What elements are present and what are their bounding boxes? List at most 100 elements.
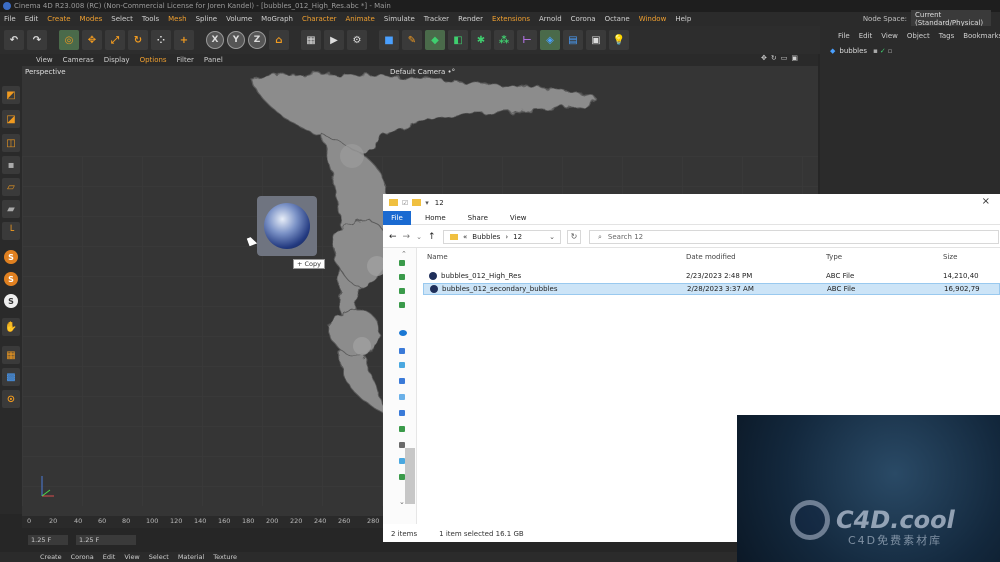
address-dropdown-icon[interactable]: ⌄ [549,233,555,241]
back-arrow-icon[interactable]: ← [389,232,397,242]
up-arrow-icon[interactable]: ↑ [428,232,436,242]
snap-icon[interactable]: S [4,250,18,264]
ribbon-home-tab[interactable]: Home [425,214,446,222]
camera-icon[interactable]: ▣ [586,30,606,50]
undo-icon[interactable]: ↶ [4,30,24,50]
column-type[interactable]: Type [826,253,842,261]
select-tool-icon[interactable]: ◎ [59,30,79,50]
nav-item-icon[interactable] [399,410,405,416]
menu-simulate[interactable]: Simulate [384,15,415,23]
nav-item-icon[interactable] [399,426,405,432]
column-size[interactable]: Size [943,253,957,261]
menu-create[interactable]: Create [47,15,70,23]
file-row[interactable]: bubbles_012_High_Res 2/23/2023 2:48 PM A… [423,270,1000,282]
menu-render[interactable]: Render [458,15,483,23]
nav-item-icon[interactable] [399,302,405,308]
grid-icon[interactable]: ▦ [2,346,20,364]
render-view-icon[interactable]: ▶ [324,30,344,50]
viewport-menu-view[interactable]: View [36,56,53,64]
viewport-menu-display[interactable]: Display [104,56,130,64]
deformer-icon[interactable]: ⊢ [517,30,537,50]
address-overflow[interactable]: « [463,233,467,241]
ribbon-share-tab[interactable]: Share [468,214,488,222]
nav-item-icon[interactable] [399,394,405,400]
menu-character[interactable]: Character [302,15,337,23]
recent-tools-icon[interactable]: ⁘ [151,30,171,50]
dropdown-icon[interactable]: ▾ [425,199,429,207]
close-icon[interactable]: × [982,196,990,207]
search-box[interactable]: ⌕ Search 12 [589,230,999,244]
cube-icon[interactable]: ■ [379,30,399,50]
object-menu-edit[interactable]: Edit [859,32,873,40]
nav-item-icon[interactable] [399,378,405,384]
bottom-menu-material[interactable]: Material [178,553,204,561]
make-editable-icon[interactable]: ◩ [2,86,20,104]
axis-z-button[interactable]: Z [248,31,266,49]
menu-octane[interactable]: Octane [605,15,630,23]
menu-modes[interactable]: Modes [80,15,103,23]
timeline-ruler[interactable]: 0 20 40 60 80 100 120 140 160 180 200 22… [22,516,392,528]
bottom-menu-corona[interactable]: Corona [71,553,94,561]
onedrive-icon[interactable] [399,330,407,336]
bottom-menu-view[interactable]: View [124,553,139,561]
cloner-icon[interactable]: ✱ [471,30,491,50]
object-menu-view[interactable]: View [881,32,898,40]
menu-volume[interactable]: Volume [226,15,252,23]
column-name[interactable]: Name [427,253,448,261]
axis-x-button[interactable]: X [206,31,224,49]
menu-help[interactable]: Help [675,15,691,23]
object-menu-file[interactable]: File [838,32,850,40]
menu-select[interactable]: Select [111,15,133,23]
nav-collapse-icon[interactable]: ⌄ [399,498,405,506]
viewport-camera-label[interactable]: Default Camera •° [390,68,455,76]
menu-window[interactable]: Window [639,15,667,23]
nav-item-icon[interactable] [399,288,405,294]
axis-y-button[interactable]: Y [227,31,245,49]
soft-selection-icon[interactable]: ▩ [2,368,20,386]
render-settings-icon[interactable]: ⚙ [347,30,367,50]
bottom-menu-texture[interactable]: Texture [213,553,237,561]
menu-mograph[interactable]: MoGraph [261,15,293,23]
tag-icon[interactable]: ▫ [888,47,893,55]
floor-icon[interactable]: ▤ [563,30,583,50]
check-icon[interactable]: ✓ [880,47,886,55]
edges-mode-icon[interactable]: ▱ [2,178,20,196]
axis-mode-icon[interactable]: └ [2,222,20,240]
bottom-menu-create[interactable]: Create [40,553,62,561]
lock-workplane-icon[interactable]: ⊙ [2,390,20,408]
address-bar[interactable]: « Bubbles › 12 ⌄ [443,230,561,244]
ribbon-view-tab[interactable]: View [510,214,527,222]
move-tool-icon[interactable]: ✥ [82,30,102,50]
quick-access-icon[interactable]: ☑ [402,199,408,207]
frame-current-field[interactable]: 1.25 F [76,535,136,545]
viewport-menu-cameras[interactable]: Cameras [63,56,94,64]
bottom-menu-select[interactable]: Select [149,553,169,561]
workplane-icon[interactable]: S [4,294,18,308]
rotate-tool-icon[interactable]: ↻ [128,30,148,50]
menu-arnold[interactable]: Arnold [539,15,562,23]
polygons-mode-icon[interactable]: ▰ [2,200,20,218]
menu-tracker[interactable]: Tracker [424,15,449,23]
menu-mesh[interactable]: Mesh [168,15,186,23]
menu-edit[interactable]: Edit [25,15,39,23]
ribbon-file-tab[interactable]: File [383,210,411,225]
subdivision-icon[interactable]: ◆ [425,30,445,50]
add-icon[interactable]: + [174,30,194,50]
object-menu-object[interactable]: Object [907,32,930,40]
file-row-selected[interactable]: bubbles_012_secondary_bubbles 2/28/2023 … [423,283,1000,295]
viewport-nav-icons[interactable]: ✥↻▭▣ [761,54,802,62]
forward-arrow-icon[interactable]: → [403,232,411,242]
menu-corona[interactable]: Corona [571,15,596,23]
coordinate-system-icon[interactable]: ⌂ [269,30,289,50]
nav-item-icon[interactable] [399,362,405,368]
redo-icon[interactable]: ↷ [27,30,47,50]
collapse-icon[interactable]: ⌃ [401,250,407,258]
light-icon[interactable]: 💡 [609,30,629,50]
viewport-menu-panel[interactable]: Panel [204,56,223,64]
menu-file[interactable]: File [4,15,16,23]
address-segment-bubbles[interactable]: Bubbles [472,233,500,241]
viewport-menu-filter[interactable]: Filter [177,56,194,64]
viewport-menu-options[interactable]: Options [140,56,167,64]
object-row[interactable]: ◆ bubbles ▪ ✓ ▫ [830,46,1000,56]
bottom-menu-edit[interactable]: Edit [103,553,116,561]
